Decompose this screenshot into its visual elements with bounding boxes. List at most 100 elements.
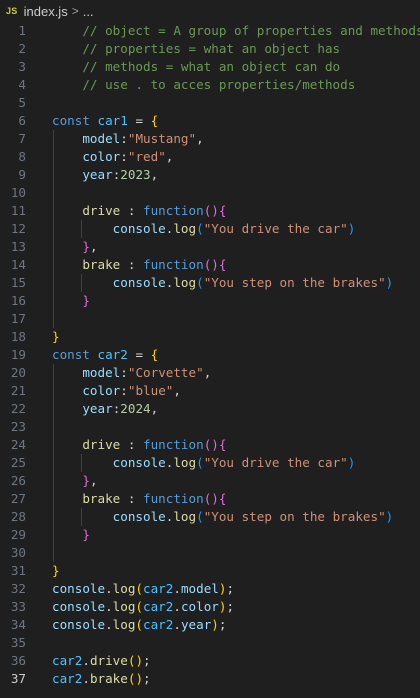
code-token: drive (82, 203, 121, 218)
code-line[interactable]: 30 (0, 544, 420, 562)
code-token: , (150, 167, 159, 182)
indent-guide (53, 544, 54, 562)
code-line[interactable]: 12 console.log("You drive the car") (0, 220, 420, 238)
line-number: 14 (10, 257, 26, 272)
code-line[interactable]: 11 drive : function(){ (0, 202, 420, 220)
line-number: 24 (10, 437, 26, 452)
code-token: { (150, 347, 159, 362)
code-line[interactable]: 13 }, (0, 238, 420, 256)
line-number: 35 (10, 635, 26, 650)
code-token: ) (347, 221, 356, 236)
code-line[interactable]: 10 (0, 184, 420, 202)
code-token: drive (89, 653, 128, 668)
code-token: , (89, 473, 98, 488)
code-line[interactable]: 22 year:2024, (0, 400, 420, 418)
code-token: ( (196, 221, 204, 236)
line-number: 17 (10, 311, 26, 326)
code-line[interactable]: 20 model:"Corvette", (0, 364, 420, 382)
code-token: car2 (97, 347, 128, 362)
code-line[interactable]: 14 brake : function(){ (0, 256, 420, 274)
code-line[interactable]: 7 model:"Mustang", (0, 130, 420, 148)
code-line[interactable]: 8 color:"red", (0, 148, 420, 166)
code-token: // use . to acces properties/methods (82, 77, 356, 92)
code-token: car1 (97, 113, 128, 128)
code-line[interactable]: 25 console.log("You drive the car") (0, 454, 420, 472)
code-line[interactable]: 18} (0, 328, 420, 346)
code-token: const (52, 113, 90, 128)
code-token: brake (82, 491, 121, 506)
code-text: console.log("You drive the car") (52, 454, 356, 472)
code-line[interactable]: 37 car2.brake(); (0, 670, 420, 688)
code-line[interactable]: 17 (0, 310, 420, 328)
code-line[interactable]: 33 console.log(car2.color); (0, 598, 420, 616)
line-number: 27 (10, 491, 26, 506)
code-line[interactable]: 27 brake : function(){ (0, 490, 420, 508)
code-token: : (120, 365, 128, 380)
code-line[interactable]: 4 // use . to acces properties/methods (0, 76, 420, 94)
code-token: "You step on the brakes" (203, 275, 386, 290)
code-token: , (150, 401, 159, 416)
code-line[interactable]: 35 (0, 634, 420, 652)
code-token: . (105, 599, 113, 614)
code-token: } (82, 527, 90, 542)
code-line[interactable]: 34 console.log(car2.year); (0, 616, 420, 634)
code-token: console (52, 581, 106, 596)
code-token: 2024 (120, 401, 151, 416)
code-token: { (150, 113, 159, 128)
code-line[interactable]: 6 const car1 = { (0, 112, 420, 130)
code-token: : (120, 131, 128, 146)
code-token: . (173, 581, 181, 596)
code-line[interactable]: 1 // object = A group of properties and … (0, 22, 420, 40)
code-line[interactable]: 9 year:2023, (0, 166, 420, 184)
code-line[interactable]: 36 car2.drive(); (0, 652, 420, 670)
code-line[interactable]: 19 const car2 = { (0, 346, 420, 364)
code-line[interactable]: 26 }, (0, 472, 420, 490)
code-line[interactable]: 2 // properties = what an object has (0, 40, 420, 58)
code-line[interactable]: 28 console.log("You step on the brakes") (0, 508, 420, 526)
code-line[interactable]: 21 color:"blue", (0, 382, 420, 400)
code-token: "You drive the car" (203, 221, 348, 236)
code-token: { (218, 203, 227, 218)
code-line[interactable]: 31} (0, 562, 420, 580)
code-line[interactable]: 24 drive : function(){ (0, 436, 420, 454)
code-token: ; (218, 617, 227, 632)
line-number: 11 (10, 203, 26, 218)
code-line[interactable]: 23 (0, 418, 420, 436)
code-text: drive : function(){ (52, 202, 226, 220)
code-line[interactable]: 5 (0, 94, 420, 112)
line-number: 18 (10, 329, 26, 344)
code-text: color:"red", (52, 148, 173, 166)
code-token: ( (196, 275, 204, 290)
breadcrumb-symbol[interactable]: ... (83, 4, 94, 19)
line-number: 20 (10, 365, 26, 380)
line-number: 9 (18, 167, 26, 182)
code-token: log (173, 509, 197, 524)
code-token: ) (385, 509, 394, 524)
line-number: 3 (18, 59, 26, 74)
breadcrumb-file[interactable]: index.js (24, 4, 68, 19)
code-line[interactable]: 15 console.log("You step on the brakes") (0, 274, 420, 292)
code-line[interactable]: 29 } (0, 526, 420, 544)
line-number: 5 (18, 95, 26, 110)
code-token: model (82, 365, 121, 380)
code-token: car2 (143, 599, 174, 614)
code-line[interactable]: 32 console.log(car2.model); (0, 580, 420, 598)
code-token: // object = A group of properties and me… (82, 23, 420, 38)
code-line[interactable]: 16 } (0, 292, 420, 310)
code-line[interactable]: 3 // methods = what an object can do (0, 58, 420, 76)
code-text: console.log(car2.year); (52, 616, 226, 634)
line-number: 10 (10, 185, 26, 200)
code-editor[interactable]: 1 // object = A group of properties and … (0, 22, 420, 688)
breadcrumb: JS index.js > ... (0, 0, 420, 22)
code-text: console.log("You drive the car") (52, 220, 356, 238)
code-token: year (82, 167, 113, 182)
